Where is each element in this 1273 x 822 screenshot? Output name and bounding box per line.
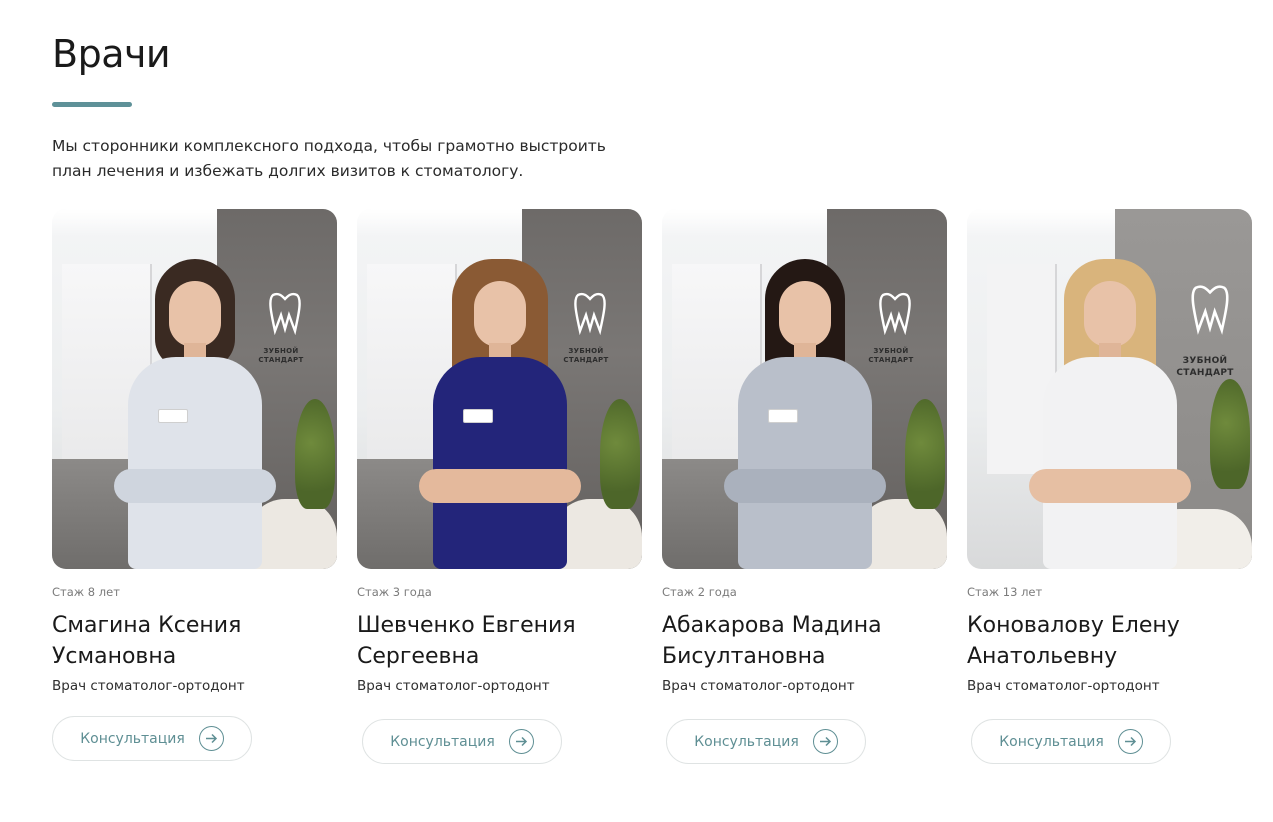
doctor-name[interactable]: Смагина Ксения Усмановна xyxy=(52,610,337,672)
doctor-name[interactable]: Шевченко Евгения Сергеевна xyxy=(357,610,642,672)
experience-label: Стаж 13 лет xyxy=(967,585,1043,599)
doctor-card: ЗУБНОЙ СТАНДАРТ Стаж 13 лет Коновалову Е… xyxy=(967,209,1252,764)
doctor-name[interactable]: Коновалову Елену Анатольевну xyxy=(967,610,1252,672)
consultation-button[interactable]: Консультация xyxy=(666,719,866,764)
doctor-role: Врач стоматолог-ортодонт xyxy=(662,678,855,694)
experience-label: Стаж 2 года xyxy=(662,585,737,599)
doctor-name[interactable]: Абакарова Мадина Бисултановна xyxy=(662,610,947,672)
title-underline xyxy=(52,102,132,107)
arrow-right-circle-icon xyxy=(198,726,224,751)
doctor-role: Врач стоматолог-ортодонт xyxy=(52,678,245,694)
page-title: Врачи xyxy=(52,32,171,76)
doctor-card: ЗУБНОЙ СТАНДАРТ Стаж 3 года Шевченко Евг… xyxy=(357,209,642,764)
experience-label: Стаж 8 лет xyxy=(52,585,120,599)
doctor-photo[interactable]: ЗУБНОЙ СТАНДАРТ xyxy=(967,209,1252,569)
consultation-button[interactable]: Консультация xyxy=(971,719,1171,764)
consultation-button-label: Консультация xyxy=(694,733,799,750)
doctor-photo[interactable]: ЗУБНОЙ СТАНДАРТ xyxy=(52,209,337,569)
doctor-photo[interactable]: ЗУБНОЙ СТАНДАРТ xyxy=(662,209,947,569)
experience-label: Стаж 3 года xyxy=(357,585,432,599)
doctor-card: ЗУБНОЙ СТАНДАРТ Стаж 8 лет Смагина Ксени… xyxy=(52,209,337,761)
doctor-role: Врач стоматолог-ортодонт xyxy=(357,678,550,694)
doctor-role: Врач стоматолог-ортодонт xyxy=(967,678,1160,694)
consultation-button-label: Консультация xyxy=(80,730,185,747)
arrow-right-circle-icon xyxy=(1117,729,1143,754)
consultation-button-label: Консультация xyxy=(390,733,495,750)
consultation-button-label: Консультация xyxy=(999,733,1104,750)
section-intro: Мы сторонники комплексного подхода, чтоб… xyxy=(52,137,606,180)
arrow-right-circle-icon xyxy=(508,729,534,754)
doctor-card: ЗУБНОЙ СТАНДАРТ Стаж 2 года Абакарова Ма… xyxy=(662,209,947,764)
consultation-button[interactable]: Консультация xyxy=(362,719,562,764)
consultation-button[interactable]: Консультация xyxy=(52,716,252,761)
doctor-photo[interactable]: ЗУБНОЙ СТАНДАРТ xyxy=(357,209,642,569)
doctor-cards: ЗУБНОЙ СТАНДАРТ Стаж 8 лет Смагина Ксени… xyxy=(52,209,1273,809)
arrow-right-circle-icon xyxy=(812,729,838,754)
